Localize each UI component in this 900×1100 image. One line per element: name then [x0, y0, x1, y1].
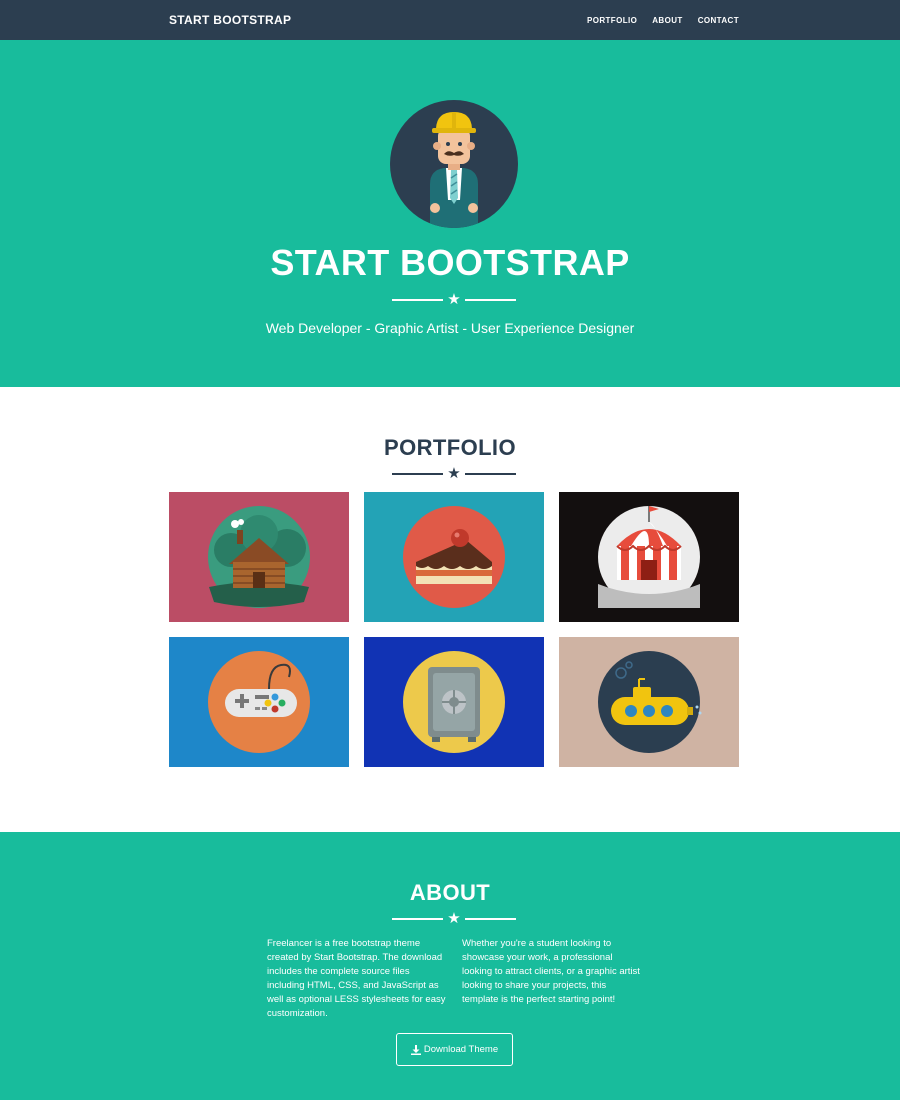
nav-link-portfolio[interactable]: PORTFOLIO	[587, 16, 637, 25]
portfolio-heading: PORTFOLIO	[384, 435, 516, 460]
portfolio-item-cake[interactable]	[364, 492, 544, 622]
download-button-label: Download Theme	[423, 1044, 499, 1055]
about-paragraph-2: Whether you're a student looking to show…	[462, 938, 640, 1005]
star-icon: ★	[447, 910, 461, 927]
portfolio-item-submarine[interactable]	[559, 637, 739, 767]
about-paragraph-1: Freelancer is a free bootstrap theme cre…	[267, 938, 446, 1019]
nav-link-contact[interactable]: CONTACT	[698, 16, 739, 25]
star-icon: ★	[447, 465, 461, 482]
portfolio-item-cabin[interactable]	[169, 492, 349, 622]
navbar: START BOOTSTRAP PORTFOLIO ABOUT CONTACT	[0, 0, 900, 40]
profile-avatar	[390, 100, 518, 228]
nav-links: PORTFOLIO ABOUT CONTACT	[587, 0, 739, 40]
navbar-brand[interactable]: START BOOTSTRAP	[169, 0, 291, 40]
portfolio-item-safe[interactable]	[364, 637, 544, 767]
hero-tagline: Web Developer - Graphic Artist - User Ex…	[265, 320, 635, 336]
star-icon: ★	[447, 291, 461, 308]
hero-star-divider: ★	[392, 291, 516, 309]
about-star-divider: ★	[392, 910, 516, 928]
portfolio-star-divider: ★	[392, 465, 516, 483]
download-theme-button[interactable]: Download Theme	[396, 1033, 513, 1066]
portfolio-item-circus-tent[interactable]	[559, 492, 739, 622]
download-icon	[410, 1044, 421, 1055]
portfolio-item-game-controller[interactable]	[169, 637, 349, 767]
hero-section: START BOOTSTRAP ★ Web Developer - Graphi…	[0, 40, 900, 387]
about-section: ABOUT ★ Freelancer is a free bootstrap t…	[0, 832, 900, 1100]
nav-link-about[interactable]: ABOUT	[652, 16, 682, 25]
about-heading: ABOUT	[409, 880, 491, 905]
portfolio-section: PORTFOLIO ★	[0, 387, 900, 832]
hero-title: START BOOTSTRAP	[270, 242, 630, 283]
